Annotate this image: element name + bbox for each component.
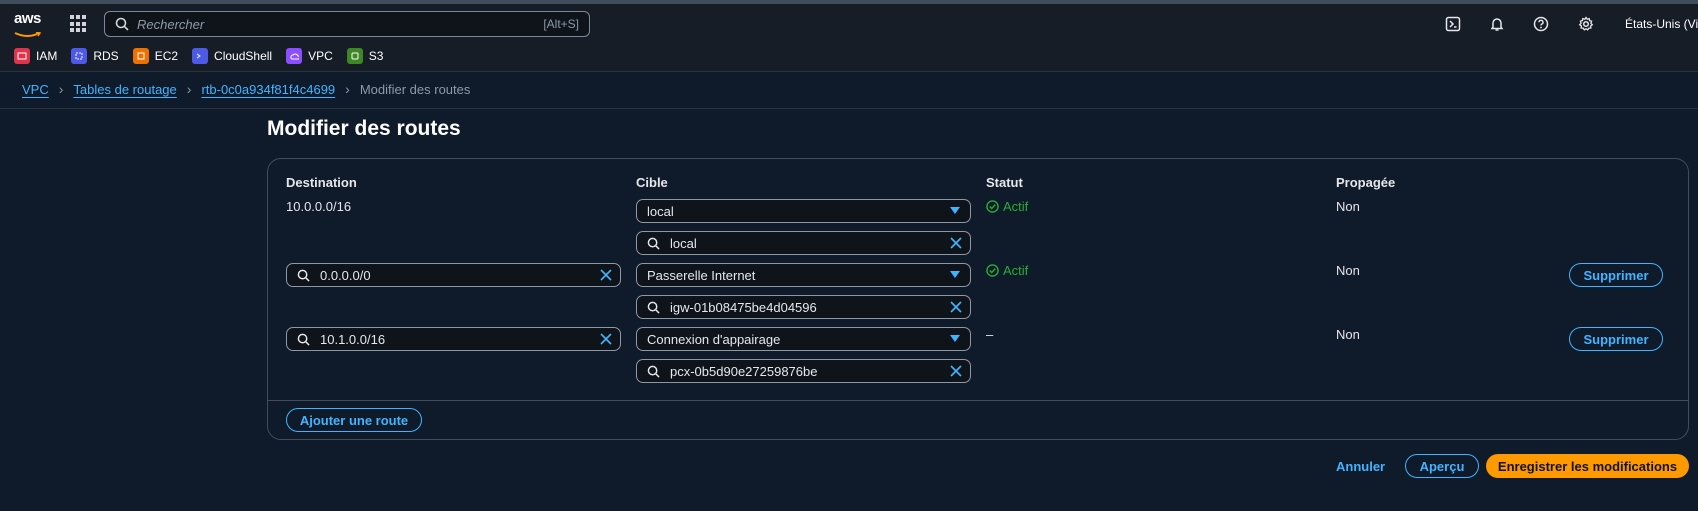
- services-menu-icon[interactable]: [70, 15, 88, 33]
- check-circle-icon: [986, 200, 999, 213]
- status-none: –: [986, 327, 994, 342]
- favorite-label: IAM: [36, 48, 58, 63]
- help-icon[interactable]: [1531, 14, 1551, 34]
- column-header-target: Cible: [636, 175, 668, 190]
- clear-icon[interactable]: [950, 237, 962, 249]
- check-circle-icon: [986, 264, 999, 277]
- input-value: 10.1.0.0/16: [320, 331, 386, 347]
- favorite-iam[interactable]: IAM: [14, 47, 58, 64]
- favorite-label: S3: [368, 48, 384, 63]
- propagated-value: Non: [1336, 263, 1360, 278]
- search-icon: [647, 365, 660, 378]
- target-type-select[interactable]: Passerelle Internet: [636, 263, 971, 287]
- breadcrumb-vpc[interactable]: VPC: [22, 82, 49, 97]
- status-text: Actif: [1003, 263, 1029, 278]
- status-text: Actif: [1003, 199, 1029, 214]
- caret-down-icon: [950, 207, 960, 214]
- routes-panel: Destination Cible Statut Propagée 10.0.0…: [267, 158, 1689, 440]
- breadcrumb-route-tables[interactable]: Tables de routage: [73, 82, 176, 97]
- clear-icon[interactable]: [600, 269, 612, 281]
- aws-logo-text: aws: [14, 10, 41, 27]
- input-value: igw-01b08475be4d04596: [670, 299, 817, 315]
- target-value-input[interactable]: local: [636, 231, 971, 255]
- caret-down-icon: [950, 271, 960, 278]
- breadcrumb-route-table-id[interactable]: rtb-0c0a934f81f4c4699: [201, 82, 335, 97]
- target-value-input[interactable]: igw-01b08475be4d04596: [636, 295, 971, 319]
- region-selector[interactable]: États-Unis (Virg: [1625, 17, 1698, 31]
- column-header-destination: Destination: [286, 175, 357, 190]
- search-shortcut: [Alt+S]: [543, 17, 579, 31]
- top-navigation-bar: aws Rechercher [Alt+S] États-Unis (Virg: [0, 0, 1698, 40]
- cloudshell-icon: [192, 47, 209, 64]
- favorite-ec2[interactable]: EC2: [132, 47, 179, 64]
- input-value: local: [670, 235, 697, 251]
- select-value: Passerelle Internet: [647, 267, 756, 283]
- divider: [0, 108, 1698, 109]
- search-placeholder: Rechercher: [137, 16, 205, 32]
- search-icon: [115, 17, 129, 31]
- preview-button[interactable]: Aperçu: [1405, 454, 1479, 478]
- favorite-vpc[interactable]: VPC: [286, 47, 333, 64]
- favorites-bar: IAM RDS EC2 CloudShell VPC S3: [0, 40, 1698, 72]
- page-title: Modifier des routes: [267, 117, 461, 140]
- clear-icon[interactable]: [950, 365, 962, 377]
- breadcrumb: VPC › Tables de routage › rtb-0c0a934f81…: [22, 81, 470, 97]
- favorite-cloudshell[interactable]: CloudShell: [192, 47, 273, 64]
- favorite-label: EC2: [154, 48, 179, 63]
- propagated-value: Non: [1336, 327, 1360, 342]
- column-header-propagated: Propagée: [1336, 175, 1396, 190]
- chevron-right-icon: ›: [58, 81, 64, 97]
- breadcrumb-current: Modifier des routes: [359, 81, 471, 97]
- favorite-s3[interactable]: S3: [346, 47, 384, 64]
- favorite-label: CloudShell: [214, 48, 273, 63]
- favorite-label: RDS: [93, 48, 119, 63]
- search-icon: [297, 333, 310, 346]
- aws-logo[interactable]: aws: [14, 10, 44, 37]
- settings-gear-icon[interactable]: [1576, 14, 1596, 34]
- propagated-value: Non: [1336, 199, 1360, 214]
- iam-icon: [14, 47, 30, 64]
- destination-static: 10.0.0.0/16: [286, 199, 352, 214]
- destination-input[interactable]: 10.1.0.0/16: [286, 327, 621, 351]
- save-changes-button[interactable]: Enregistrer les modifications: [1486, 454, 1689, 478]
- target-type-select[interactable]: Connexion d'appairage: [636, 327, 971, 351]
- s3-icon: [346, 47, 363, 64]
- divider: [268, 400, 1688, 401]
- remove-route-button[interactable]: Supprimer: [1569, 263, 1663, 287]
- chevron-right-icon: ›: [345, 81, 350, 97]
- status-active: Actif: [986, 199, 1028, 214]
- chevron-right-icon: ›: [186, 81, 192, 97]
- select-value: local: [647, 203, 674, 219]
- favorite-label: VPC: [308, 48, 333, 63]
- clear-icon[interactable]: [600, 333, 612, 345]
- destination-input[interactable]: 0.0.0.0/0: [286, 263, 621, 287]
- search-icon: [647, 237, 660, 250]
- notifications-bell-icon[interactable]: [1487, 14, 1507, 34]
- cancel-button[interactable]: Annuler: [1336, 459, 1385, 474]
- search-input[interactable]: Rechercher [Alt+S]: [104, 11, 590, 37]
- search-icon: [297, 269, 310, 282]
- target-type-select[interactable]: local: [636, 199, 971, 223]
- remove-route-button[interactable]: Supprimer: [1569, 327, 1663, 351]
- cloudshell-icon[interactable]: [1443, 14, 1463, 34]
- caret-down-icon: [950, 335, 960, 342]
- target-value-input[interactable]: pcx-0b5d90e27259876be: [636, 359, 971, 383]
- aws-smile-icon: [14, 31, 42, 37]
- select-value: Connexion d'appairage: [647, 331, 781, 347]
- search-icon: [647, 301, 660, 314]
- ec2-icon: [132, 47, 149, 64]
- input-value: 0.0.0.0/0: [320, 267, 371, 283]
- vpc-icon: [286, 47, 303, 64]
- input-value: pcx-0b5d90e27259876be: [670, 363, 818, 379]
- status-active: Actif: [986, 263, 1028, 278]
- column-header-status: Statut: [986, 175, 1023, 190]
- add-route-button[interactable]: Ajouter une route: [286, 408, 422, 432]
- clear-icon[interactable]: [950, 301, 962, 313]
- rds-icon: [71, 47, 88, 64]
- favorite-rds[interactable]: RDS: [71, 47, 119, 64]
